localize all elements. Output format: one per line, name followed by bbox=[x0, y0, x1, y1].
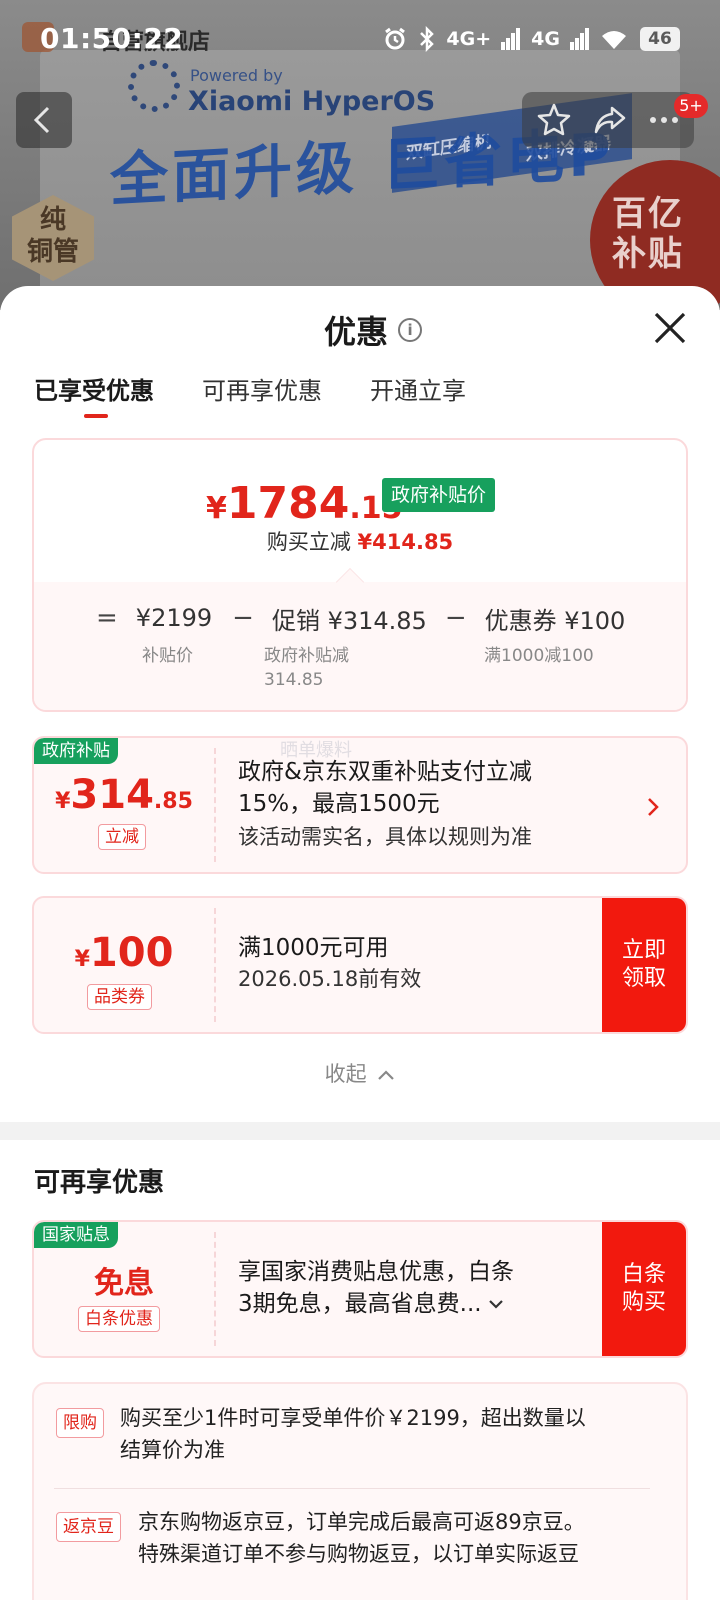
tab-underline bbox=[84, 414, 108, 418]
instant-discount-tag: 立减 bbox=[98, 824, 146, 850]
limit-rule-text: 购买至少1件时可享受单件价￥2199，超出数量以 结算价为准 bbox=[120, 1406, 586, 1462]
network-4g: 4G bbox=[531, 28, 560, 50]
national-interest-tag: 国家贴息 bbox=[34, 1222, 118, 1248]
share-icon[interactable] bbox=[592, 102, 628, 138]
discount-tabs: 已享受优惠 可再享优惠 开通立享 bbox=[34, 374, 466, 424]
star-icon[interactable] bbox=[536, 102, 572, 138]
jingdou-rule-text: 京东购物返京豆，订单完成后最高可返89京豆。 特殊渠道订单不参与购物返豆，以订单… bbox=[138, 1510, 585, 1566]
bluetooth-icon bbox=[420, 26, 435, 52]
price-summary-card: ¥1784.15 政府补贴价 购买立减 ¥414.85 = ¥2199 − 促销… bbox=[32, 438, 688, 712]
chevron-up-icon bbox=[378, 1070, 395, 1080]
purchase-reduction: 购买立减 ¥414.85 bbox=[266, 530, 454, 554]
battery-level: 46 bbox=[640, 27, 680, 51]
status-icons: 4G+ 4G bbox=[382, 24, 666, 54]
chevron-right-icon bbox=[648, 798, 659, 816]
gov-subsidy-price-tag: 政府补贴价 bbox=[382, 478, 496, 512]
discount-sheet: 优惠 i 已享受优惠 可再享优惠 开通立享 ¥1784.15 政府补贴价 购买立… bbox=[0, 286, 720, 1600]
sheet-title: 优惠 bbox=[324, 313, 389, 351]
base-price-label: 补贴价 bbox=[142, 646, 193, 666]
price-calculation: = ¥2199 − 促销 ¥314.85 − 优惠券 ¥100 bbox=[96, 600, 625, 636]
top-actions bbox=[522, 92, 694, 148]
collapse-button[interactable]: 收起 bbox=[0, 1058, 720, 1088]
chevron-down-icon[interactable] bbox=[488, 1298, 504, 1310]
subsidy-amount: ¥314.85 bbox=[55, 772, 193, 818]
banner-brand-text: Xiaomi HyperOS bbox=[188, 86, 436, 117]
back-button[interactable] bbox=[16, 92, 72, 148]
watermark-text: 晒单爆料 bbox=[280, 740, 352, 761]
interest-free-description[interactable]: 享国家消费贴息优惠，白条 3期免息，最高省息费... bbox=[238, 1256, 514, 1320]
status-bar: 自营旗舰店 01:50:22 4G+ 4G 46 bbox=[0, 0, 720, 70]
coupon-validity: 2026.05.18前有效 bbox=[238, 967, 422, 991]
alarm-icon bbox=[385, 27, 406, 50]
message-count-badge: 5+ bbox=[674, 94, 708, 118]
tab-more-available[interactable]: 可再享优惠 bbox=[202, 374, 322, 424]
network-4g-plus: 4G+ bbox=[446, 28, 492, 50]
purchase-rules-card: 限购 购买至少1件时可享受单件价￥2199，超出数量以 结算价为准 返京豆 京东… bbox=[32, 1382, 688, 1600]
coupon-amount: 优惠券 ¥100 bbox=[484, 606, 626, 635]
coupon-condition: 满1000元可用 bbox=[238, 935, 389, 961]
chevron-left-icon bbox=[33, 106, 50, 134]
info-icon[interactable]: i bbox=[398, 318, 423, 342]
wifi-icon bbox=[602, 31, 626, 49]
signal-icon bbox=[570, 28, 589, 50]
baitiao-discount-tag: 白条优惠 bbox=[78, 1306, 160, 1332]
jingdou-tag: 返京豆 bbox=[56, 1512, 121, 1542]
tab-enjoyed[interactable]: 已享受优惠 bbox=[34, 374, 154, 424]
limit-tag: 限购 bbox=[56, 1408, 104, 1438]
status-time: 01:50:22 bbox=[40, 22, 184, 55]
final-price: ¥1784.15 bbox=[206, 478, 403, 529]
tab-activate[interactable]: 开通立享 bbox=[370, 374, 466, 424]
category-coupon-card: ¥100 品类券 满1000元可用 2026.05.18前有效 立即领取 bbox=[32, 896, 688, 1034]
coupon-label: 满1000减100 bbox=[484, 646, 594, 666]
signal-icon bbox=[501, 28, 521, 50]
gov-subsidy-card[interactable]: 政府补贴 ¥314.85 立减 政府&京东双重补贴支付立减 15%，最高1500… bbox=[32, 736, 688, 874]
close-icon[interactable] bbox=[650, 308, 690, 348]
promo-label: 政府补贴减 bbox=[264, 646, 349, 666]
interest-free-card: 国家贴息 免息 白条优惠 享国家消费贴息优惠，白条 3期免息，最高省息费... … bbox=[32, 1220, 688, 1358]
coupon-value: ¥100 bbox=[74, 930, 174, 976]
promo-amount: 促销 ¥314.85 bbox=[271, 606, 427, 635]
gov-subsidy-tag: 政府补贴 bbox=[34, 738, 118, 764]
claim-coupon-button[interactable]: 立即领取 bbox=[602, 898, 686, 1032]
interest-free-title: 免息 bbox=[94, 1266, 154, 1301]
sheet-header: 优惠 i bbox=[324, 308, 423, 352]
category-coupon-tag: 品类券 bbox=[87, 984, 152, 1010]
reduction-amount: ¥414.85 bbox=[357, 530, 454, 554]
baitiao-buy-button[interactable]: 白条购买 bbox=[602, 1222, 686, 1356]
subsidy-description: 政府&京东双重补贴支付立减 15%，最高1500元 bbox=[238, 759, 532, 817]
promo-label-amount: 314.85 bbox=[264, 670, 324, 690]
subsidy-note: 该活动需实名，具体以规则为准 bbox=[238, 825, 532, 849]
more-discounts-title: 可再享优惠 bbox=[34, 1168, 165, 1198]
base-price: ¥2199 bbox=[135, 604, 213, 632]
